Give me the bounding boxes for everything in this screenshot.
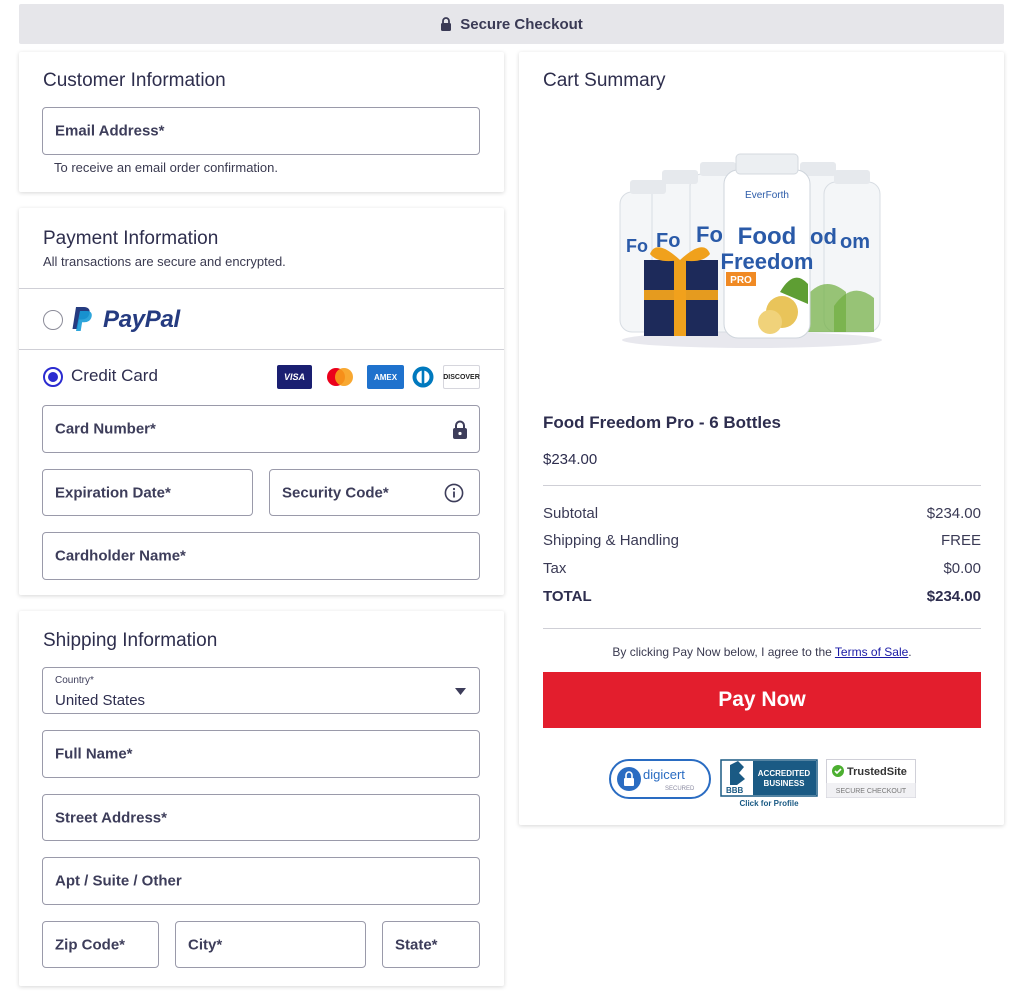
total-row: TOTAL $234.00 [543,588,981,605]
expiration-date-label: Expiration Date* [55,484,171,501]
security-code-label: Security Code* [282,484,389,501]
trustedsite-sub: SECURE CHECKOUT [836,788,907,795]
customer-information-title: Customer Information [43,70,226,91]
security-code-field[interactable]: Security Code* [269,469,480,516]
amex-icon: AMEX [367,365,404,389]
credit-card-label: Credit Card [71,366,158,385]
apt-suite-label: Apt / Suite / Other [55,872,182,890]
trustedsite-badge[interactable]: TrustedSite SECURE CHECKOUT [826,759,916,799]
lock-icon [441,17,452,31]
payment-information-title: Payment Information [43,228,219,249]
subtotal-value: $234.00 [926,505,981,522]
state-label: State* [395,936,438,953]
customer-information-card: Customer Information Email Address* To r… [19,52,504,192]
visa-icon: VISA [277,365,312,389]
city-field[interactable]: City* [175,921,366,968]
tax-value: $0.00 [943,560,981,577]
bottle-line1: Food [738,223,797,250]
diners-icon [410,365,436,389]
paypal-radio[interactable] [43,310,63,330]
digicert-text: digicert [643,767,685,782]
credit-card-radio[interactable] [43,367,63,387]
bottle-line2: Freedom [721,249,814,274]
card-number-label: Card Number* [55,420,156,438]
shipping-row: Shipping & Handling FREE [543,532,981,549]
email-hint: To receive an email order confirmation. [54,160,278,175]
paypal-logo-icon [72,307,92,331]
product-price: $234.00 [543,451,598,468]
country-label: Country* [55,675,94,686]
chevron-down-icon [455,688,466,695]
secure-checkout-bar: Secure Checkout [19,4,1004,44]
shipping-information-title: Shipping Information [43,630,218,651]
svg-text:od: od [810,224,837,249]
product-name: Food Freedom Pro - 6 Bottles [543,413,782,432]
mastercard-icon [322,365,358,389]
bbb-sub: Click for Profile [739,799,799,808]
shipping-label: Shipping & Handling [543,532,679,549]
email-field-label: Email Address* [55,122,165,140]
product-image: Fo Fo Fo od om EverForth Food Freedom PR… [612,152,892,352]
trustedsite-text: TrustedSite [847,766,907,778]
pay-now-button[interactable]: Pay Now [543,672,981,728]
terms-suffix: . [908,645,912,659]
discover-icon: DISCOVER [443,365,480,389]
lock-icon [453,420,467,439]
tax-row: Tax $0.00 [543,560,981,577]
total-label: TOTAL [543,588,592,605]
apt-suite-field[interactable]: Apt / Suite / Other [42,857,480,905]
amex-text: AMEX [373,372,398,382]
total-value: $234.00 [926,588,981,605]
terms-prefix: By clicking Pay Now below, I agree to th… [612,645,835,659]
divider [543,628,981,629]
subtotal-row: Subtotal $234.00 [543,505,981,522]
payment-subtitle: All transactions are secure and encrypte… [43,254,286,269]
card-number-field[interactable]: Card Number* [42,405,480,453]
country-select[interactable]: Country* United States [42,667,480,714]
svg-text:Fo: Fo [626,236,648,256]
terms-text: By clicking Pay Now below, I agree to th… [543,645,981,659]
zip-code-label: Zip Code* [55,936,125,953]
expiration-date-field[interactable]: Expiration Date* [42,469,253,516]
bbb-line1: ACCREDITED [758,769,811,778]
discover-text: DISCOVER [443,373,480,381]
digicert-sub: SECURED [665,786,695,792]
paypal-label: PayPal [103,306,180,334]
svg-text:Fo: Fo [696,222,723,247]
digicert-badge[interactable]: digicert SECURED [609,757,713,799]
subtotal-label: Subtotal [543,505,599,522]
cardholder-name-field[interactable]: Cardholder Name* [42,532,480,580]
bottle-tag: PRO [730,275,752,286]
street-address-field[interactable]: Street Address* [42,794,480,841]
state-field[interactable]: State* [382,921,480,968]
bbb-badge[interactable]: BBB ACCREDITED BUSINESS Click for Profil… [720,757,818,809]
cardholder-name-label: Cardholder Name* [55,547,186,565]
email-field[interactable]: Email Address* [42,107,480,155]
paypal-option[interactable]: PayPal [19,289,504,349]
info-icon[interactable] [444,483,464,503]
full-name-field[interactable]: Full Name* [42,730,480,778]
paypal-wordmark: PayPal [103,306,180,333]
bbb-line2: BUSINESS [764,779,806,788]
divider [543,485,981,486]
city-label: City* [188,936,223,953]
country-value: United States [55,692,146,709]
secure-checkout-title: Secure Checkout [460,15,583,33]
zip-code-field[interactable]: Zip Code* [42,921,159,968]
terms-of-sale-link[interactable]: Terms of Sale [835,645,908,659]
payment-information-card: Payment Information All transactions are… [19,208,504,595]
full-name-label: Full Name* [55,745,133,763]
tax-label: Tax [543,560,567,577]
svg-text:om: om [840,231,870,253]
bbb-mark: BBB [726,786,744,795]
shipping-value: FREE [940,532,981,549]
cart-summary-title: Cart Summary [543,70,666,91]
visa-text: VISA [283,372,305,382]
shipping-information-card: Shipping Information Country* United Sta… [19,611,504,986]
street-address-label: Street Address* [55,809,167,826]
bottle-brand: EverForth [745,190,789,201]
